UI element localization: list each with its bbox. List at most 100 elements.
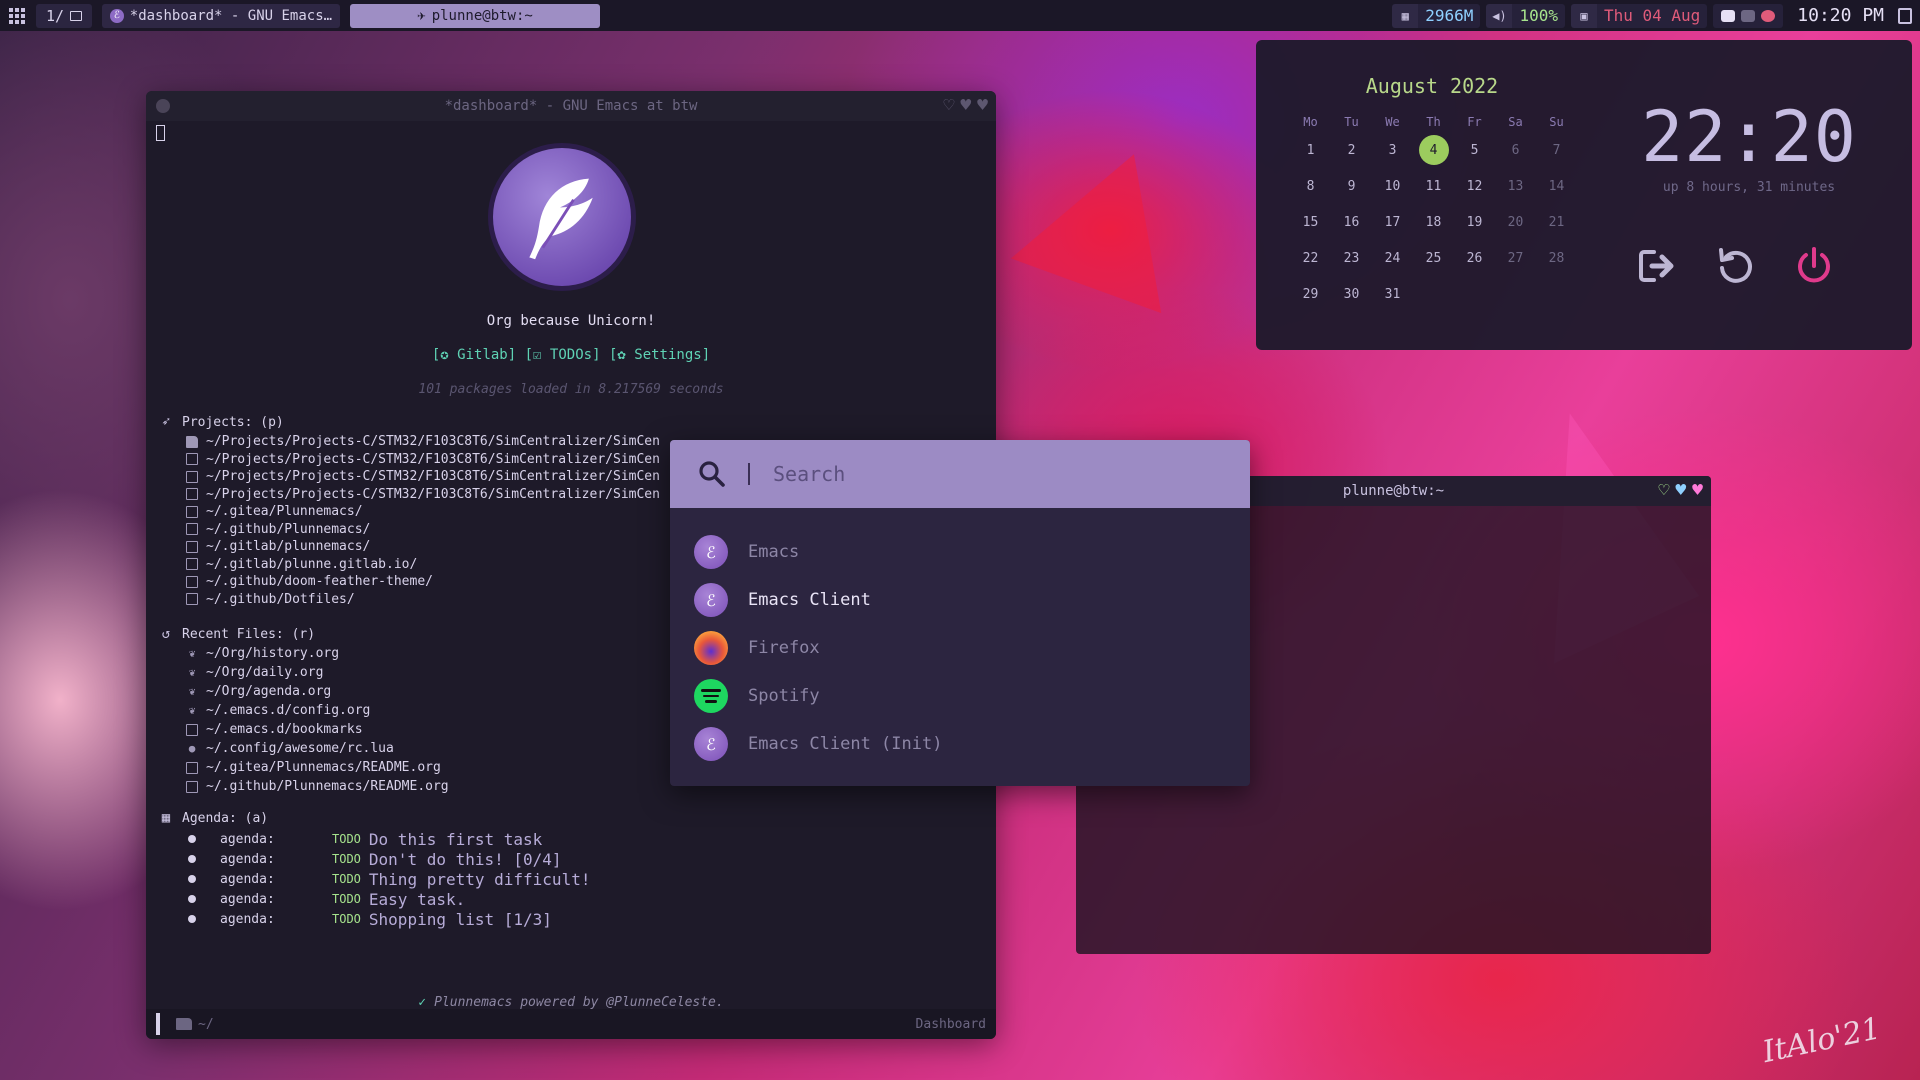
search-caret — [748, 463, 750, 485]
app-item-spotify[interactable]: Spotify — [670, 672, 1250, 720]
calendar-day[interactable]: 30 — [1331, 276, 1372, 312]
gitlab-link[interactable]: [✪ Gitlab] — [432, 347, 516, 363]
app-item-emacs-client-init[interactable]: ℰ Emacs Client (Init) — [670, 720, 1250, 768]
list-item[interactable]: ❦ ~/Org/daily.org — [186, 663, 449, 682]
close-heart-icon[interactable]: ♥ — [977, 97, 988, 115]
calendar-day[interactable]: 13 — [1495, 168, 1536, 204]
list-item[interactable]: ~/.gitlab/plunnemacs/ — [186, 538, 660, 556]
calendar-day[interactable]: 10 — [1372, 168, 1413, 204]
list-item[interactable]: ~/.gitlab/plunne.gitlab.io/ — [186, 556, 660, 574]
list-item[interactable]: ~/.gitea/Plunnemacs/README.org — [186, 758, 449, 777]
calendar-day-label: 7 — [1552, 142, 1561, 158]
spotify-icon — [694, 679, 728, 713]
list-item[interactable]: ❦ ~/Org/history.org — [186, 644, 449, 663]
agenda-item[interactable]: agenda: TODO Don't do this! [0/4] — [188, 849, 590, 869]
layout-icon[interactable] — [1898, 7, 1912, 24]
calendar-day[interactable]: 2 — [1331, 132, 1372, 168]
recent-file-path: ~/Org/agenda.org — [206, 684, 332, 699]
calendar-day[interactable]: 12 — [1454, 168, 1495, 204]
task-emacs[interactable]: ℰ *dashboard* - GNU Emacs… — [102, 3, 341, 28]
firefox-icon[interactable] — [1761, 9, 1776, 22]
calendar-day[interactable]: 22 — [1290, 240, 1331, 276]
list-item[interactable]: ● ~/.config/awesome/rc.lua — [186, 739, 449, 758]
list-item[interactable]: ~/.gitea/Plunnemacs/ — [186, 503, 660, 521]
discord-icon[interactable] — [1721, 9, 1736, 22]
task-terminal[interactable]: ✈ plunne@btw:~ — [350, 3, 601, 28]
list-item[interactable]: ~/Projects/Projects-C/STM32/F103C8T6/Sim… — [186, 451, 660, 469]
calendar-day[interactable]: 5 — [1454, 132, 1495, 168]
agenda-item[interactable]: agenda: TODO Shopping list [1/3] — [188, 909, 590, 929]
calendar-day[interactable]: 11 — [1413, 168, 1454, 204]
launcher-search-input[interactable] — [773, 462, 1213, 486]
agenda-item[interactable]: agenda: TODO Thing pretty difficult! — [188, 869, 590, 889]
calendar-day-label: 11 — [1425, 178, 1442, 194]
list-item[interactable]: ~/.github/Plunnemacs/ — [186, 521, 660, 539]
close-heart-icon[interactable]: ♥ — [1692, 482, 1703, 500]
logout-button[interactable] — [1638, 246, 1678, 286]
calendar-day-label: 20 — [1507, 214, 1524, 230]
calendar-day[interactable]: 20 — [1495, 204, 1536, 240]
minimize-heart-icon[interactable]: ♡ — [1658, 482, 1669, 500]
calendar-day[interactable]: 19 — [1454, 204, 1495, 240]
calendar-day[interactable]: 1 — [1290, 132, 1331, 168]
list-item[interactable]: ❦ ~/Org/agenda.org — [186, 682, 449, 701]
bullet-icon — [188, 915, 196, 923]
calendar-day[interactable]: 21 — [1536, 204, 1577, 240]
list-item[interactable]: ~/Projects/Projects-C/STM32/F103C8T6/Sim… — [186, 486, 660, 504]
calendar-day[interactable]: 16 — [1331, 204, 1372, 240]
emacs-titlebar[interactable]: *dashboard* - GNU Emacs at btw ♡ ♥ ♥ — [146, 91, 996, 121]
app-item-emacs[interactable]: ℰ Emacs — [670, 528, 1250, 576]
calendar-day[interactable]: 29 — [1290, 276, 1331, 312]
calendar-day[interactable]: 14 — [1536, 168, 1577, 204]
todos-link[interactable]: [☑ TODOs] — [525, 347, 601, 363]
calendar-day[interactable]: 28 — [1536, 240, 1577, 276]
projects-heading[interactable]: ➶ Projects: (p) — [158, 414, 284, 430]
calendar-day[interactable]: 26 — [1454, 240, 1495, 276]
settings-link[interactable]: [✿ Settings] — [609, 347, 710, 363]
list-item[interactable]: ~/.github/Plunnemacs/README.org — [186, 777, 449, 796]
calendar-day[interactable]: 6 — [1495, 132, 1536, 168]
window-menu-dot[interactable] — [156, 99, 170, 113]
agenda-heading[interactable]: ▦ Agenda: (a) — [158, 810, 268, 826]
calendar-day[interactable]: 8 — [1290, 168, 1331, 204]
recent-files-heading[interactable]: ↺ Recent Files: (r) — [158, 626, 315, 642]
volume-widget[interactable]: ◀) 100% — [1486, 3, 1565, 28]
app-item-firefox[interactable]: Firefox — [670, 624, 1250, 672]
agenda-item[interactable]: agenda: TODO Easy task. — [188, 889, 590, 909]
network-icon[interactable] — [1741, 9, 1756, 22]
memory-widget[interactable]: ▦ 2966M — [1392, 3, 1481, 28]
bullet-icon — [188, 835, 196, 843]
list-item[interactable]: ~/Projects/Projects-C/STM32/F103C8T6/Sim… — [186, 468, 660, 486]
list-item[interactable]: ❦ ~/.emacs.d/config.org — [186, 701, 449, 720]
calendar-day[interactable]: 24 — [1372, 240, 1413, 276]
agenda-item[interactable]: agenda: TODO Do this first task — [188, 829, 590, 849]
calendar-day[interactable]: 4 — [1413, 132, 1454, 168]
date-widget[interactable]: ▣ Thu 04 Aug — [1570, 3, 1708, 28]
calendar-day[interactable]: 27 — [1495, 240, 1536, 276]
list-item[interactable]: ~/Projects/Projects-C/STM32/F103C8T6/Sim… — [186, 433, 660, 451]
reboot-button[interactable] — [1716, 246, 1756, 286]
poweroff-button[interactable] — [1794, 246, 1834, 286]
workspace-indicator[interactable]: 1/ — [36, 3, 93, 28]
top-bar: 1/ ℰ *dashboard* - GNU Emacs… ✈ plunne@b… — [0, 0, 1920, 31]
calendar-day[interactable]: 7 — [1536, 132, 1577, 168]
calendar-day[interactable]: 17 — [1372, 204, 1413, 240]
launcher-search-bar[interactable] — [670, 440, 1250, 508]
calendar-day[interactable]: 18 — [1413, 204, 1454, 240]
calendar-day-label: 24 — [1384, 250, 1401, 266]
maximize-heart-icon[interactable]: ♥ — [1675, 482, 1686, 500]
calendar-day[interactable]: 25 — [1413, 240, 1454, 276]
list-item[interactable]: ~/.github/Dotfiles/ — [186, 591, 660, 609]
calendar-day[interactable]: 31 — [1372, 276, 1413, 312]
list-item[interactable]: ~/.github/doom-feather-theme/ — [186, 573, 660, 591]
calendar-day[interactable]: 23 — [1331, 240, 1372, 276]
todo-keyword: TODO — [332, 852, 361, 866]
app-menu-button[interactable] — [0, 0, 34, 31]
calendar-day[interactable]: 15 — [1290, 204, 1331, 240]
minimize-heart-icon[interactable]: ♡ — [943, 97, 954, 115]
list-item[interactable]: ~/.emacs.d/bookmarks — [186, 720, 449, 739]
calendar-day[interactable]: 3 — [1372, 132, 1413, 168]
app-item-emacs-client[interactable]: ℰ Emacs Client — [670, 576, 1250, 624]
calendar-day[interactable]: 9 — [1331, 168, 1372, 204]
maximize-heart-icon[interactable]: ♥ — [960, 97, 971, 115]
